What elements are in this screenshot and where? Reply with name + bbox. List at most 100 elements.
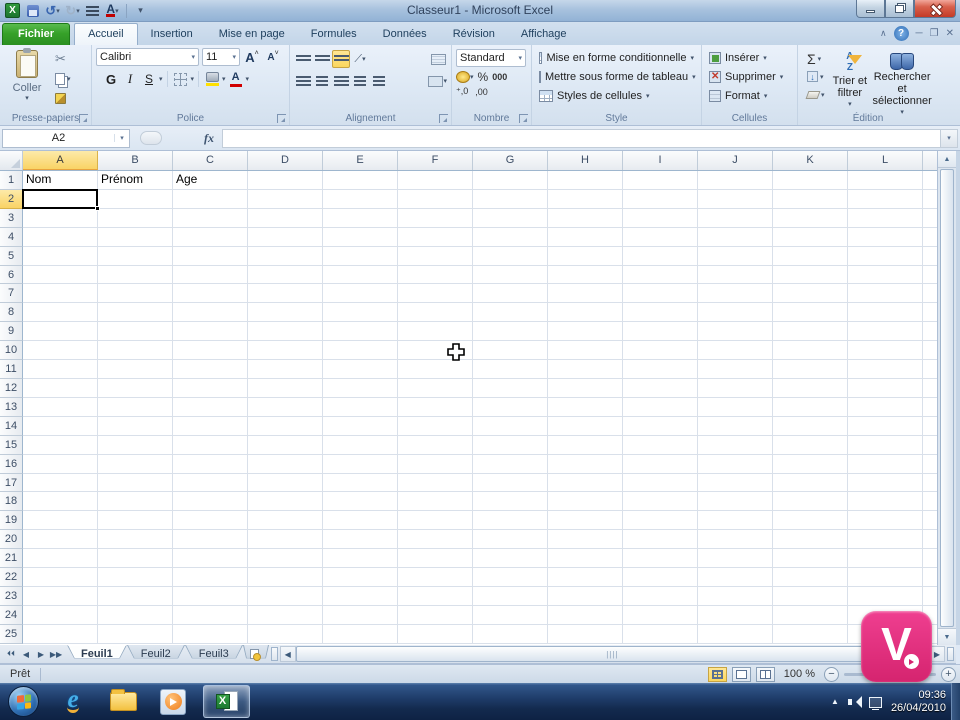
row-header-4[interactable]: 4: [0, 228, 23, 247]
cell-B4[interactable]: [98, 228, 173, 247]
cell-B5[interactable]: [98, 247, 173, 266]
percent-style-button[interactable]: %: [478, 70, 489, 84]
cell-G6[interactable]: [473, 266, 548, 285]
row-header-16[interactable]: 16: [0, 455, 23, 474]
cell-E6[interactable]: [323, 266, 398, 285]
number-format-combo[interactable]: Standard▾: [456, 49, 526, 67]
cell-H2[interactable]: [548, 190, 623, 209]
cell-C15[interactable]: [173, 436, 248, 455]
cell-C1[interactable]: Age: [173, 171, 248, 190]
fill-button[interactable]: ↓ ▾: [804, 68, 828, 85]
cell-B11[interactable]: [98, 360, 173, 379]
cell-E13[interactable]: [323, 398, 398, 417]
clipboard-dialog-launcher-icon[interactable]: [79, 114, 88, 123]
cell-A14[interactable]: [23, 417, 98, 436]
row-header-25[interactable]: 25: [0, 625, 23, 644]
cell-A1[interactable]: Nom: [23, 171, 98, 190]
align-center-button[interactable]: [313, 72, 331, 90]
collapse-ribbon-icon[interactable]: ∧: [880, 28, 887, 39]
cell-H5[interactable]: [548, 247, 623, 266]
cell-G18[interactable]: [473, 492, 548, 511]
cell-H18[interactable]: [548, 492, 623, 511]
row-header-2[interactable]: 2: [0, 190, 23, 209]
cell-L21[interactable]: [848, 549, 923, 568]
vertical-scroll-thumb[interactable]: [940, 169, 954, 627]
merge-center-button[interactable]: ▾: [428, 72, 447, 90]
cell-B7[interactable]: [98, 284, 173, 303]
cell-G17[interactable]: [473, 474, 548, 493]
cell-I8[interactable]: [623, 303, 698, 322]
cell-D13[interactable]: [248, 398, 323, 417]
cell-B18[interactable]: [98, 492, 173, 511]
minimize-button[interactable]: [856, 0, 885, 18]
cell-C12[interactable]: [173, 379, 248, 398]
tab-affichage[interactable]: Affichage: [508, 24, 580, 45]
cell-J1[interactable]: [698, 171, 773, 190]
cell-E14[interactable]: [323, 417, 398, 436]
scroll-up-icon[interactable]: ▲: [938, 151, 956, 168]
cell-G4[interactable]: [473, 228, 548, 247]
cell-B14[interactable]: [98, 417, 173, 436]
workbook-minimize-icon[interactable]: ─: [916, 28, 923, 39]
column-header-h[interactable]: H: [548, 151, 623, 170]
inserer-button[interactable]: Insérer▾: [706, 48, 793, 67]
windows-explorer-button[interactable]: [103, 687, 143, 717]
cell-J6[interactable]: [698, 266, 773, 285]
cell-G7[interactable]: [473, 284, 548, 303]
cell-D15[interactable]: [248, 436, 323, 455]
row-header-3[interactable]: 3: [0, 209, 23, 228]
cell-D23[interactable]: [248, 587, 323, 606]
cell-F14[interactable]: [398, 417, 473, 436]
font-size-combo[interactable]: 11▾: [202, 48, 240, 66]
column-headers[interactable]: ABCDEFGHIJKL: [0, 151, 937, 171]
decrease-decimal-button[interactable]: ,00: [475, 87, 488, 97]
cell-L1[interactable]: [848, 171, 923, 190]
cell-G14[interactable]: [473, 417, 548, 436]
cell-B12[interactable]: [98, 379, 173, 398]
cell-H13[interactable]: [548, 398, 623, 417]
cell-D1[interactable]: [248, 171, 323, 190]
cell-E1[interactable]: [323, 171, 398, 190]
cell-H7[interactable]: [548, 284, 623, 303]
accounting-format-button[interactable]: ▾: [456, 71, 474, 83]
cell-F24[interactable]: [398, 606, 473, 625]
formula-input[interactable]: [222, 129, 940, 148]
cell-L4[interactable]: [848, 228, 923, 247]
cell-L14[interactable]: [848, 417, 923, 436]
cell-G21[interactable]: [473, 549, 548, 568]
alignment-dialog-launcher-icon[interactable]: [439, 114, 448, 123]
tab-accueil[interactable]: Accueil: [74, 23, 137, 45]
cell-C3[interactable]: [173, 209, 248, 228]
cell-G24[interactable]: [473, 606, 548, 625]
cell-F2[interactable]: [398, 190, 473, 209]
cell-K10[interactable]: [773, 341, 848, 360]
cell-A23[interactable]: [23, 587, 98, 606]
cell-K19[interactable]: [773, 511, 848, 530]
row-header-10[interactable]: 10: [0, 341, 23, 360]
comma-style-button[interactable]: 000: [492, 72, 507, 82]
cell-H25[interactable]: [548, 625, 623, 644]
row-header-9[interactable]: 9: [0, 322, 23, 341]
cell-H16[interactable]: [548, 455, 623, 474]
cell-G22[interactable]: [473, 568, 548, 587]
cell-C14[interactable]: [173, 417, 248, 436]
underline-button[interactable]: S: [140, 70, 158, 88]
cell-G1[interactable]: [473, 171, 548, 190]
cell-I3[interactable]: [623, 209, 698, 228]
cell-L2[interactable]: [848, 190, 923, 209]
cell-K21[interactable]: [773, 549, 848, 568]
cell-L12[interactable]: [848, 379, 923, 398]
cell-L13[interactable]: [848, 398, 923, 417]
cell-G2[interactable]: [473, 190, 548, 209]
row-header-23[interactable]: 23: [0, 587, 23, 606]
zoom-level[interactable]: 100 %: [784, 668, 815, 680]
cell-D18[interactable]: [248, 492, 323, 511]
volume-icon[interactable]: [848, 696, 860, 708]
cell-K6[interactable]: [773, 266, 848, 285]
tab-révision[interactable]: Révision: [440, 24, 508, 45]
cell-J16[interactable]: [698, 455, 773, 474]
cell-C2[interactable]: [173, 190, 248, 209]
first-sheet-icon[interactable]: ⏴⏴: [4, 649, 18, 659]
cell-H23[interactable]: [548, 587, 623, 606]
cell-E10[interactable]: [323, 341, 398, 360]
